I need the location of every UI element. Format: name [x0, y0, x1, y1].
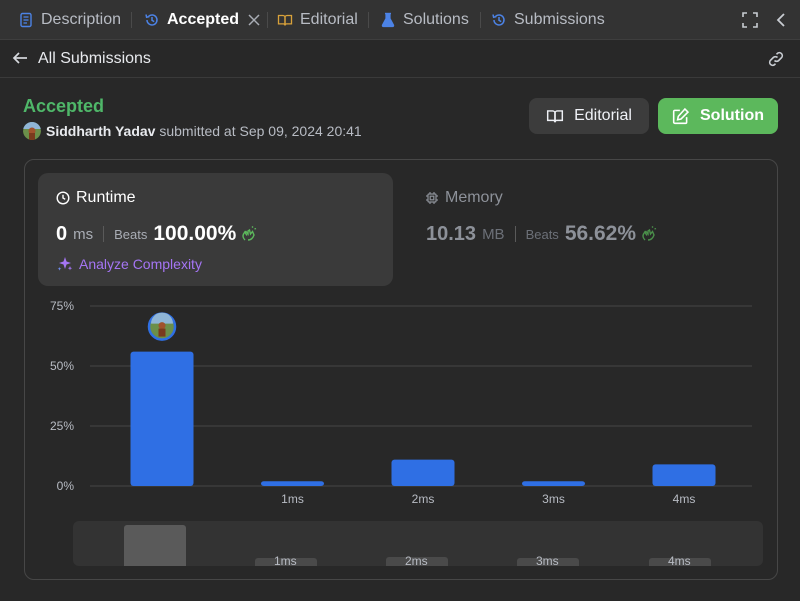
chart-bar[interactable]	[261, 481, 324, 486]
analyze-complexity-label: Analyze Complexity	[79, 256, 202, 272]
tab-solutions[interactable]: Solutions	[380, 0, 469, 40]
tab-divider	[267, 12, 268, 28]
clock-icon	[56, 191, 70, 205]
overview-label: 1ms	[274, 554, 297, 566]
chip-icon	[426, 192, 438, 204]
chart-bar[interactable]	[652, 464, 716, 486]
tab-label: Solutions	[403, 11, 469, 28]
edit-icon	[672, 107, 690, 125]
clapping-hands-icon	[241, 226, 257, 242]
memory-beats-label: Beats	[525, 226, 559, 242]
analyze-complexity-link[interactable]: Analyze Complexity	[56, 255, 202, 273]
y-tick-label: 25%	[50, 419, 74, 433]
description-icon	[18, 12, 34, 28]
divider	[514, 226, 516, 242]
runtime-distribution-chart[interactable]: 0% 25% 50% 75% 1ms 2ms 3ms 4ms	[40, 295, 760, 505]
tab-bar: Description Accepted Editorial Solutions…	[0, 0, 800, 40]
fullscreen-icon[interactable]	[740, 10, 760, 30]
tab-divider	[480, 12, 481, 28]
tab-accepted[interactable]: Accepted	[144, 0, 261, 40]
username[interactable]: Siddharth Yadav	[46, 123, 155, 139]
runtime-title-label: Runtime	[76, 189, 136, 206]
x-tick-label: 1ms	[281, 492, 304, 505]
all-submissions-link[interactable]: All Submissions	[38, 50, 151, 68]
tab-description[interactable]: Description	[18, 0, 121, 40]
tab-divider	[368, 12, 369, 28]
sparkle-icon	[57, 257, 73, 271]
submission-nav: All Submissions	[0, 40, 800, 78]
link-icon[interactable]	[766, 49, 786, 69]
x-tick-label: 3ms	[542, 492, 565, 505]
memory-beats-pct: 56.62%	[564, 222, 637, 245]
avatar[interactable]	[23, 122, 41, 140]
book-icon	[277, 12, 293, 28]
history-icon	[144, 12, 160, 28]
submission-status: Accepted	[23, 96, 105, 116]
y-tick-label: 0%	[57, 479, 75, 493]
overview-label: 3ms	[536, 554, 559, 566]
book-icon	[547, 110, 564, 123]
runtime-beats-pct: 100.00%	[153, 222, 237, 245]
chart-bar[interactable]	[522, 481, 585, 486]
tab-submissions[interactable]: Submissions	[491, 0, 605, 40]
your-submission-avatar-marker[interactable]	[147, 312, 177, 341]
tab-label: Editorial	[300, 11, 358, 28]
tab-label: Description	[41, 11, 122, 28]
tab-label: Submissions	[514, 11, 605, 28]
runtime-values: 0 ms Beats 100.00%	[56, 222, 257, 246]
memory-title-label: Memory	[445, 189, 503, 206]
editorial-button[interactable]: Editorial	[529, 98, 649, 134]
back-arrow-icon[interactable]	[11, 49, 29, 67]
memory-values: 10.13 MB Beats 56.62%	[426, 222, 657, 246]
runtime-unit: ms	[73, 225, 94, 243]
solution-button-label: Solution	[700, 107, 764, 124]
memory-unit: MB	[482, 225, 505, 243]
submitted-by-line: Siddharth Yadav submitted at Sep 09, 202…	[46, 123, 362, 139]
chart-bar[interactable]	[130, 351, 194, 486]
history-icon	[491, 12, 507, 28]
close-icon[interactable]	[247, 13, 261, 27]
x-tick-label: 4ms	[673, 492, 696, 505]
chart-bar[interactable]	[391, 459, 455, 486]
overview-label: 4ms	[668, 554, 691, 566]
memory-tab[interactable]: Memory	[425, 189, 503, 207]
chart-overview-scrollbar[interactable]: 1ms 2ms 3ms 4ms	[73, 521, 763, 566]
memory-value: 10.13	[426, 222, 477, 245]
x-tick-label: 2ms	[412, 492, 435, 505]
tab-label: Accepted	[167, 11, 240, 28]
clapping-hands-icon	[641, 226, 657, 242]
collapse-left-icon[interactable]	[771, 10, 791, 30]
tab-divider	[131, 12, 132, 28]
flask-icon	[380, 12, 396, 28]
solution-button[interactable]: Solution	[658, 98, 778, 134]
y-tick-label: 75%	[50, 299, 74, 313]
overview-label: 2ms	[405, 554, 428, 566]
runtime-value: 0	[56, 222, 68, 245]
submitted-at: submitted at Sep 09, 2024 20:41	[159, 123, 362, 139]
divider	[103, 226, 105, 242]
y-tick-label: 50%	[50, 359, 74, 373]
tab-editorial[interactable]: Editorial	[277, 0, 358, 40]
overview-selection-window[interactable]	[124, 525, 186, 566]
runtime-title: Runtime	[56, 189, 136, 207]
runtime-beats-label: Beats	[114, 226, 148, 242]
editorial-button-label: Editorial	[574, 107, 632, 124]
